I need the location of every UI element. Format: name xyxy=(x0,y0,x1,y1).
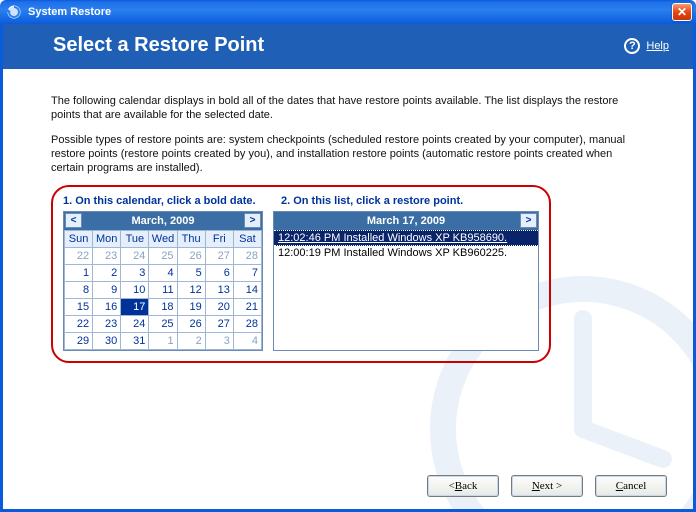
calendar-day[interactable]: 10 xyxy=(121,282,149,299)
calendar-day[interactable]: 19 xyxy=(177,299,205,316)
calendar-day[interactable]: 23 xyxy=(93,248,121,265)
calendar-dow: Tue xyxy=(121,231,149,248)
calendar-day[interactable]: 4 xyxy=(149,265,177,282)
page-header: Select a Restore Point ? Help xyxy=(3,24,693,69)
help-link[interactable]: Help xyxy=(646,40,669,52)
back-button[interactable]: < Back xyxy=(427,475,499,497)
calendar-month-label: March, 2009 xyxy=(132,215,195,227)
calendar-day[interactable]: 25 xyxy=(149,248,177,265)
calendar-day[interactable]: 16 xyxy=(93,299,121,316)
description-1: The following calendar displays in bold … xyxy=(51,94,631,123)
calendar-day[interactable]: 28 xyxy=(233,248,261,265)
title-bar: System Restore ✕ xyxy=(0,0,696,24)
calendar-day[interactable]: 29 xyxy=(65,333,93,350)
calendar-day[interactable]: 5 xyxy=(177,265,205,282)
restore-point-item[interactable]: 12:00:19 PM Installed Windows XP KB96022… xyxy=(274,246,538,260)
calendar-day[interactable]: 17 xyxy=(121,299,149,316)
calendar-dow: Mon xyxy=(93,231,121,248)
close-icon: ✕ xyxy=(677,5,687,19)
calendar-day[interactable]: 2 xyxy=(93,265,121,282)
calendar-dow: Sat xyxy=(233,231,261,248)
calendar-day[interactable]: 30 xyxy=(93,333,121,350)
calendar-day[interactable]: 2 xyxy=(177,333,205,350)
calendar-next-button[interactable]: > xyxy=(244,213,261,228)
calendar-day[interactable]: 8 xyxy=(65,282,93,299)
calendar-day[interactable]: 3 xyxy=(205,333,233,350)
calendar-day[interactable]: 15 xyxy=(65,299,93,316)
instruction-step-1: 1. On this calendar, click a bold date. xyxy=(63,195,263,207)
calendar-day[interactable]: 27 xyxy=(205,248,233,265)
calendar-day[interactable]: 1 xyxy=(149,333,177,350)
calendar-dow: Sun xyxy=(65,231,93,248)
calendar-day[interactable]: 9 xyxy=(93,282,121,299)
calendar-day[interactable]: 11 xyxy=(149,282,177,299)
help-icon: ? xyxy=(624,38,640,54)
calendar-dow: Thu xyxy=(177,231,205,248)
calendar-day[interactable]: 1 xyxy=(65,265,93,282)
calendar: < March, 2009 > SunMonTueWedThuFriSat 22… xyxy=(63,211,263,351)
calendar-day[interactable]: 13 xyxy=(205,282,233,299)
calendar-day[interactable]: 4 xyxy=(233,333,261,350)
calendar-day[interactable]: 12 xyxy=(177,282,205,299)
calendar-day[interactable]: 20 xyxy=(205,299,233,316)
restore-point-item[interactable]: 12:02:46 PM Installed Windows XP KB95869… xyxy=(274,230,538,246)
cancel-button[interactable]: Cancel xyxy=(595,475,667,497)
wizard-button-bar: < Back Next > Cancel xyxy=(427,475,667,497)
calendar-dow: Wed xyxy=(149,231,177,248)
calendar-day[interactable]: 26 xyxy=(177,248,205,265)
window-title: System Restore xyxy=(28,6,111,18)
description-2: Possible types of restore points are: sy… xyxy=(51,133,631,176)
next-button[interactable]: Next > xyxy=(511,475,583,497)
calendar-day[interactable]: 23 xyxy=(93,316,121,333)
list-next-button[interactable]: > xyxy=(520,213,537,228)
page-title: Select a Restore Point xyxy=(53,34,264,57)
calendar-day[interactable]: 31 xyxy=(121,333,149,350)
calendar-dow: Fri xyxy=(205,231,233,248)
close-button[interactable]: ✕ xyxy=(672,3,692,21)
calendar-day[interactable]: 21 xyxy=(233,299,261,316)
list-date-label: March 17, 2009 xyxy=(367,215,445,227)
calendar-day[interactable]: 24 xyxy=(121,248,149,265)
calendar-day[interactable]: 18 xyxy=(149,299,177,316)
calendar-grid: SunMonTueWedThuFriSat 222324252627281234… xyxy=(64,230,262,350)
selection-panel: 1. On this calendar, click a bold date. … xyxy=(51,185,551,363)
instruction-step-2: 2. On this list, click a restore point. xyxy=(281,195,463,207)
calendar-day[interactable]: 28 xyxy=(233,316,261,333)
calendar-day[interactable]: 24 xyxy=(121,316,149,333)
calendar-day[interactable]: 7 xyxy=(233,265,261,282)
calendar-day[interactable]: 26 xyxy=(177,316,205,333)
calendar-day[interactable]: 27 xyxy=(205,316,233,333)
calendar-day[interactable]: 22 xyxy=(65,248,93,265)
calendar-day[interactable]: 6 xyxy=(205,265,233,282)
calendar-prev-button[interactable]: < xyxy=(65,213,82,228)
app-icon xyxy=(6,4,22,20)
calendar-day[interactable]: 3 xyxy=(121,265,149,282)
calendar-day[interactable]: 25 xyxy=(149,316,177,333)
calendar-day[interactable]: 14 xyxy=(233,282,261,299)
calendar-day[interactable]: 22 xyxy=(65,316,93,333)
restore-point-list: March 17, 2009 > 12:02:46 PM Installed W… xyxy=(273,211,539,351)
